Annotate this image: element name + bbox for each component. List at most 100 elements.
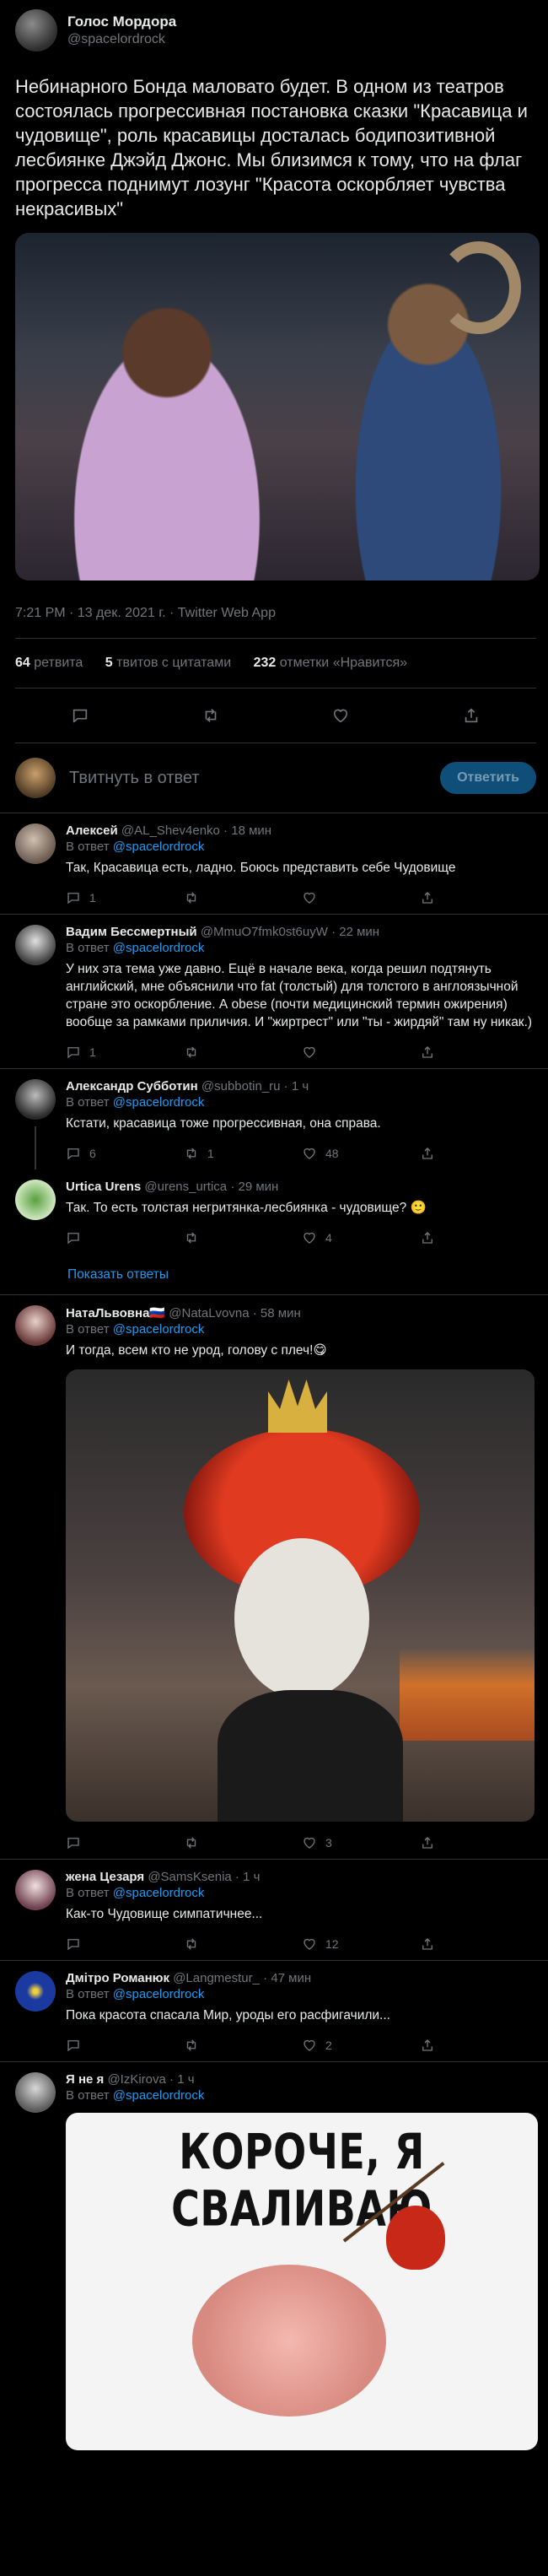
author-name[interactable]: Голос Мордора	[67, 14, 176, 30]
reply-button[interactable]: Ответить	[440, 762, 536, 794]
reply-share-action[interactable]	[420, 1835, 538, 1850]
tweet-photo[interactable]	[15, 233, 540, 581]
reply-photo[interactable]: КОРОЧЕ, Я СВАЛИВАЮ	[66, 2113, 538, 2450]
reply-to-link[interactable]: @spacelordrock	[113, 2088, 205, 2103]
reply-retweet-action[interactable]	[184, 1230, 302, 1245]
main-author[interactable]: Голос Мордора @spacelordrock	[15, 8, 536, 52]
reply-author-name[interactable]: Я не я	[66, 2072, 104, 2087]
reply-comment-action[interactable]	[66, 2038, 184, 2053]
reply-to-link[interactable]: @spacelordrock	[113, 1886, 205, 1900]
retweet-icon	[184, 1936, 199, 1952]
reply-comment-action[interactable]	[66, 1835, 184, 1850]
reply-time[interactable]: 47 мин	[271, 1971, 311, 1985]
reply-input[interactable]: Твитнуть в ответ	[69, 769, 440, 788]
comment-icon	[66, 890, 81, 905]
reply-share-action[interactable]	[420, 1045, 538, 1060]
reply-to-link[interactable]: @spacelordrock	[113, 1095, 205, 1110]
reply-tweet[interactable]: Urtica Urens @urens_urtica · 29 мин Так.…	[0, 1169, 548, 1254]
reply-retweet-action[interactable]: 1	[184, 1146, 302, 1161]
reply-author-handle[interactable]: @MmuO7fmk0st6uyW	[201, 925, 328, 939]
reply-author-name[interactable]: Дмітро Романюк	[66, 1971, 169, 1985]
reply-time[interactable]: 29 мин	[239, 1180, 279, 1194]
avatar[interactable]	[15, 1971, 56, 2012]
avatar[interactable]	[15, 9, 57, 51]
heart-icon[interactable]	[331, 706, 350, 725]
reply-to-link[interactable]: @spacelordrock	[113, 1322, 205, 1337]
tweet-timestamp[interactable]: 7:21 PM · 13 дек. 2021 г. · Twitter Web …	[15, 606, 536, 621]
reply-comment-action[interactable]: 1	[66, 1045, 184, 1060]
heart-icon	[302, 1045, 317, 1060]
reply-share-action[interactable]	[420, 2038, 538, 2053]
reply-time[interactable]: 58 мин	[261, 1306, 301, 1320]
reply-comment-action[interactable]: 6	[66, 1146, 184, 1161]
reply-author-name[interactable]: Александр Субботин	[66, 1079, 198, 1094]
reply-author-handle[interactable]: @IzKirova	[107, 2072, 165, 2087]
reply-tweet[interactable]: Александр Субботин @subbotin_ru · 1 ч В …	[0, 1068, 548, 1169]
reply-time[interactable]: 1 ч	[243, 1870, 260, 1884]
reply-tweet[interactable]: Вадим Бессмертный @MmuO7fmk0st6uyW · 22 …	[0, 914, 548, 1068]
reply-comment-action[interactable]	[66, 1230, 184, 1245]
reply-retweet-action[interactable]	[184, 890, 302, 905]
reply-author-name[interactable]: Вадим Бессмертный	[66, 925, 197, 939]
reply-comment-action[interactable]	[66, 1936, 184, 1952]
reply-like-action[interactable]: 12	[302, 1936, 420, 1952]
reply-time[interactable]: 1 ч	[177, 2072, 194, 2087]
reply-like-action[interactable]: 4	[302, 1230, 420, 1245]
reply-share-action[interactable]	[420, 890, 538, 905]
avatar[interactable]	[15, 1079, 56, 1120]
reply-tweet[interactable]: жена Цезаря @SamsKsenia · 1 ч В ответ @s…	[0, 1859, 548, 1960]
reply-author-name[interactable]: жена Цезаря	[66, 1870, 144, 1884]
reply-author-handle[interactable]: @AL_Shev4enko	[121, 824, 220, 838]
reply-time[interactable]: 22 мин	[339, 925, 379, 939]
reply-like-action[interactable]	[302, 1045, 420, 1060]
reply-share-action[interactable]	[420, 1936, 538, 1952]
reply-tweet[interactable]: Алексей @AL_Shev4enko · 18 мин В ответ @…	[0, 813, 548, 914]
reply-time[interactable]: 18 мин	[231, 824, 271, 838]
avatar[interactable]	[15, 1870, 56, 1910]
reply-to-link[interactable]: @spacelordrock	[113, 1987, 205, 2001]
reply-author-name[interactable]: Urtica Urens	[66, 1180, 141, 1194]
reply-comment-action[interactable]: 1	[66, 890, 184, 905]
reply-author-name[interactable]: НатаЛьвовна🇷🇺	[66, 1306, 165, 1320]
reply-to-link[interactable]: @spacelordrock	[113, 840, 205, 854]
reply-like-action[interactable]: 3	[302, 1835, 420, 1850]
reply-retweet-action[interactable]	[184, 2038, 302, 2053]
likes-stat[interactable]: 232 отметки «Нравится»	[254, 656, 408, 670]
reply-retweet-action[interactable]	[184, 1835, 302, 1850]
reply-to-link[interactable]: @spacelordrock	[113, 941, 205, 955]
share-icon	[420, 1045, 435, 1060]
reply-time[interactable]: 1 ч	[292, 1079, 309, 1094]
reply-author-handle[interactable]: @NataLvovna	[169, 1306, 249, 1320]
reply-tweet[interactable]: НатаЛьвовна🇷🇺 @NataLvovna · 58 мин В отв…	[0, 1294, 548, 1859]
reply-like-action[interactable]	[302, 890, 420, 905]
reply-tweet[interactable]: Я не я @IzKirova · 1 ч В ответ @spacelor…	[0, 2061, 548, 2457]
avatar[interactable]	[15, 925, 56, 965]
reply-author-name[interactable]: Алексей	[66, 824, 118, 838]
share-icon[interactable]	[462, 706, 481, 725]
author-handle[interactable]: @spacelordrock	[67, 32, 176, 47]
comment-icon[interactable]	[71, 706, 89, 725]
reply-retweet-action[interactable]	[184, 1045, 302, 1060]
share-icon	[420, 890, 435, 905]
reply-actions: 2	[66, 2036, 538, 2055]
avatar[interactable]	[15, 824, 56, 864]
reply-like-action[interactable]: 48	[302, 1146, 420, 1161]
avatar[interactable]	[15, 2072, 56, 2113]
reply-author-handle[interactable]: @urens_urtica	[144, 1180, 227, 1194]
reply-author-handle[interactable]: @SamsKsenia	[148, 1870, 231, 1884]
quotes-stat[interactable]: 5 твитов с цитатами	[105, 656, 231, 670]
reply-retweet-action[interactable]	[184, 1936, 302, 1952]
reply-share-action[interactable]	[420, 1230, 538, 1245]
retweet-icon[interactable]	[201, 706, 220, 725]
reply-author-handle[interactable]: @Langmestur_	[173, 1971, 260, 1985]
retweets-stat[interactable]: 64 ретвита	[15, 656, 83, 670]
reply-like-action[interactable]: 2	[302, 2038, 420, 2053]
reply-actions: 6 1 48	[66, 1144, 538, 1163]
reply-share-action[interactable]	[420, 1146, 538, 1161]
avatar[interactable]	[15, 1180, 56, 1220]
reply-photo[interactable]	[66, 1369, 535, 1822]
reply-author-handle[interactable]: @subbotin_ru	[201, 1079, 281, 1094]
show-replies-link[interactable]: Показать ответы	[0, 1254, 548, 1294]
reply-tweet[interactable]: Дмітро Романюк @Langmestur_ · 47 мин В о…	[0, 1960, 548, 2061]
avatar[interactable]	[15, 1305, 56, 1346]
